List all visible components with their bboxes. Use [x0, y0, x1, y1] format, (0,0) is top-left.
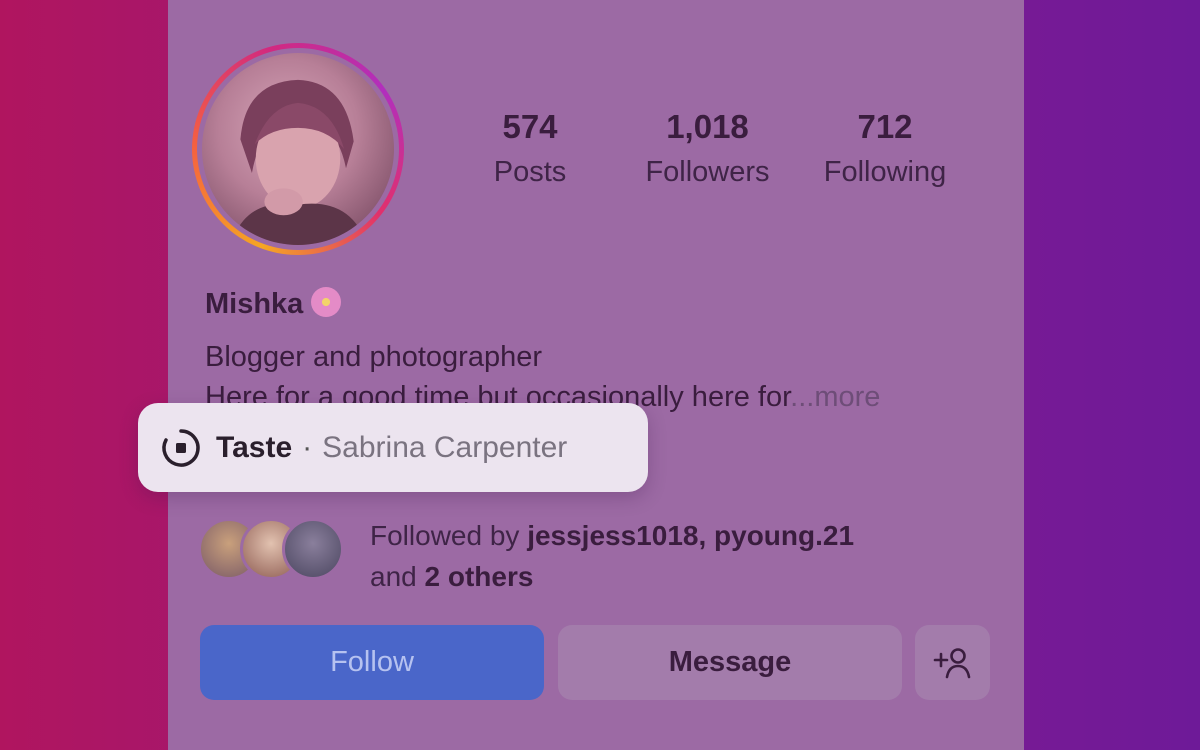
- followers-label: Followers: [645, 156, 770, 188]
- following-label: Following: [823, 156, 947, 188]
- song-separator: ·: [302, 430, 313, 464]
- stat-followers[interactable]: 1,018 Followers: [625, 108, 790, 189]
- followers-count: 1,018: [666, 108, 749, 145]
- following-count: 712: [857, 108, 913, 145]
- follow-button[interactable]: Follow: [200, 625, 544, 700]
- followed-by-prefix: Followed by: [370, 520, 520, 551]
- avatar-photo: [230, 79, 368, 245]
- bio-more-link[interactable]: ...more: [790, 381, 880, 413]
- followed-by-others[interactable]: 2 others: [425, 561, 534, 592]
- song-title: Taste: [216, 430, 293, 464]
- profile-avatar-story-ring[interactable]: [192, 43, 404, 255]
- posts-label: Posts: [493, 156, 567, 188]
- add-user-button[interactable]: [915, 625, 990, 700]
- posts-count: 574: [502, 108, 558, 145]
- bio-line-1: Blogger and photographer: [205, 341, 542, 373]
- mutual-follower-avatar: [282, 518, 344, 580]
- message-button[interactable]: Message: [558, 625, 902, 700]
- followed-by-text: Followed by jessjess1018, pyoung.21 and …: [370, 515, 854, 597]
- song-artist: Sabrina Carpenter: [322, 430, 568, 464]
- profile-stats: 574 Posts 1,018 Followers 712 Following: [470, 108, 965, 189]
- add-user-icon: [933, 647, 970, 678]
- stat-posts[interactable]: 574 Posts: [470, 108, 590, 189]
- profile-avatar[interactable]: [202, 53, 394, 245]
- music-pill[interactable]: Taste · Sabrina Carpenter: [138, 403, 648, 492]
- profile-name: Mishka: [205, 287, 342, 321]
- profile-name-text: Mishka: [205, 288, 304, 320]
- stat-following[interactable]: 712 Following: [805, 108, 965, 189]
- followed-by-users[interactable]: jessjess1018, pyoung.21: [527, 520, 854, 551]
- flower-emoji-icon: [311, 287, 342, 317]
- music-player-icon: [162, 428, 200, 467]
- followed-by-and: and: [370, 561, 417, 592]
